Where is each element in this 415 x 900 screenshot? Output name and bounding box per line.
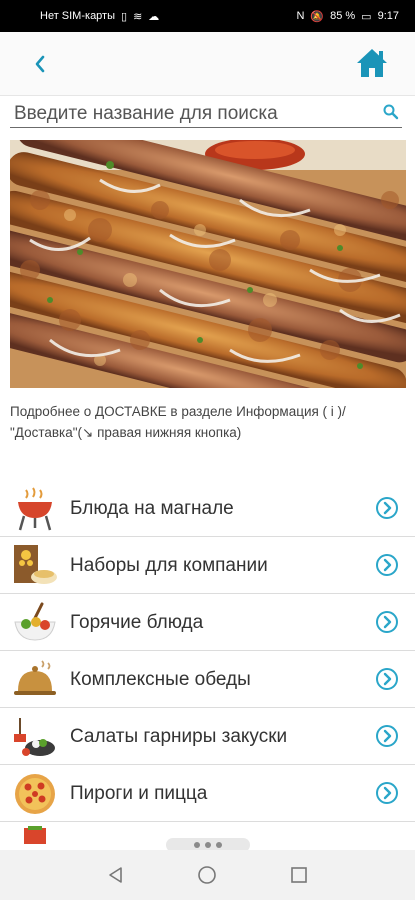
menu-item-label: Горячие блюда bbox=[70, 612, 204, 633]
search-icon[interactable] bbox=[382, 103, 400, 121]
home-button[interactable] bbox=[355, 46, 389, 80]
company-set-icon bbox=[14, 545, 57, 584]
delivery-info-text: Подробнее о ДОСТАВКЕ в разделе Информаци… bbox=[10, 404, 346, 440]
kebab-illustration bbox=[10, 140, 406, 388]
chevron-right-circle-icon bbox=[376, 725, 398, 747]
triangle-back-icon bbox=[109, 867, 122, 883]
search-bar bbox=[10, 100, 402, 128]
system-nav-bar bbox=[0, 850, 415, 900]
menu-item-set-lunches[interactable]: Комплексные обеды bbox=[0, 651, 415, 708]
nav-back-button[interactable] bbox=[103, 862, 129, 888]
menu-item-label: Наборы для компании bbox=[70, 555, 268, 576]
wifi-icon: ≋ bbox=[133, 10, 143, 23]
chevron-right-circle-icon bbox=[376, 611, 398, 633]
home-icon bbox=[357, 49, 387, 77]
chevron-left-icon bbox=[35, 55, 45, 73]
search-input[interactable] bbox=[10, 100, 374, 127]
nav-recents-button[interactable] bbox=[286, 862, 312, 888]
app-bar bbox=[0, 32, 415, 96]
carrier-label: Нет SIM-карты bbox=[40, 10, 116, 22]
battery-icon: ▭ bbox=[361, 10, 372, 23]
mute-icon: 🔕 bbox=[310, 10, 325, 23]
dot-icon bbox=[205, 842, 211, 848]
menu-item-label: Салаты гарниры закуски bbox=[70, 726, 288, 747]
pizza-icon bbox=[15, 774, 55, 814]
hot-dish-icon bbox=[14, 602, 56, 641]
sim-icon: ▯ bbox=[121, 10, 128, 23]
chevron-right-circle-icon bbox=[376, 554, 398, 576]
circle-home-icon bbox=[198, 866, 217, 884]
menu-item-label: Пироги и пицца bbox=[70, 783, 208, 804]
menu-item-pies-pizza[interactable]: Пироги и пицца bbox=[0, 765, 415, 822]
salad-icon bbox=[14, 718, 55, 756]
category-menu: Блюда на магнале Наборы для компании Гор… bbox=[0, 480, 415, 844]
nav-home-button[interactable] bbox=[194, 862, 220, 888]
chevron-right-circle-icon bbox=[376, 497, 398, 519]
status-bar: Нет SIM-карты ▯ ≋ ☁ N 🔕 85 % ▭ 9:17 bbox=[0, 0, 415, 32]
dot-icon bbox=[216, 842, 222, 848]
dot-icon bbox=[194, 842, 200, 848]
cloud-icon: ☁ bbox=[148, 10, 160, 23]
menu-item-label: Комплексные обеды bbox=[70, 669, 251, 690]
nfc-icon: N bbox=[296, 10, 305, 22]
menu-item-company-sets[interactable]: Наборы для компании bbox=[0, 537, 415, 594]
battery-percent: 85 % bbox=[330, 10, 356, 22]
chevron-right-circle-icon bbox=[376, 782, 398, 804]
square-recents-icon bbox=[291, 867, 307, 883]
menu-item-label: Блюда на магнале bbox=[70, 498, 234, 519]
menu-item-salads[interactable]: Салаты гарниры закуски bbox=[0, 708, 415, 765]
clock: 9:17 bbox=[377, 10, 399, 22]
back-button[interactable] bbox=[26, 50, 54, 78]
grill-icon bbox=[18, 487, 52, 531]
chevron-right-circle-icon bbox=[376, 668, 398, 690]
menu-item-hot-dishes[interactable]: Горячие блюда bbox=[0, 594, 415, 651]
hero-image-kebab-platter bbox=[10, 140, 406, 388]
menu-item-grill[interactable]: Блюда на магнале bbox=[0, 480, 415, 537]
cloche-icon bbox=[14, 660, 56, 695]
